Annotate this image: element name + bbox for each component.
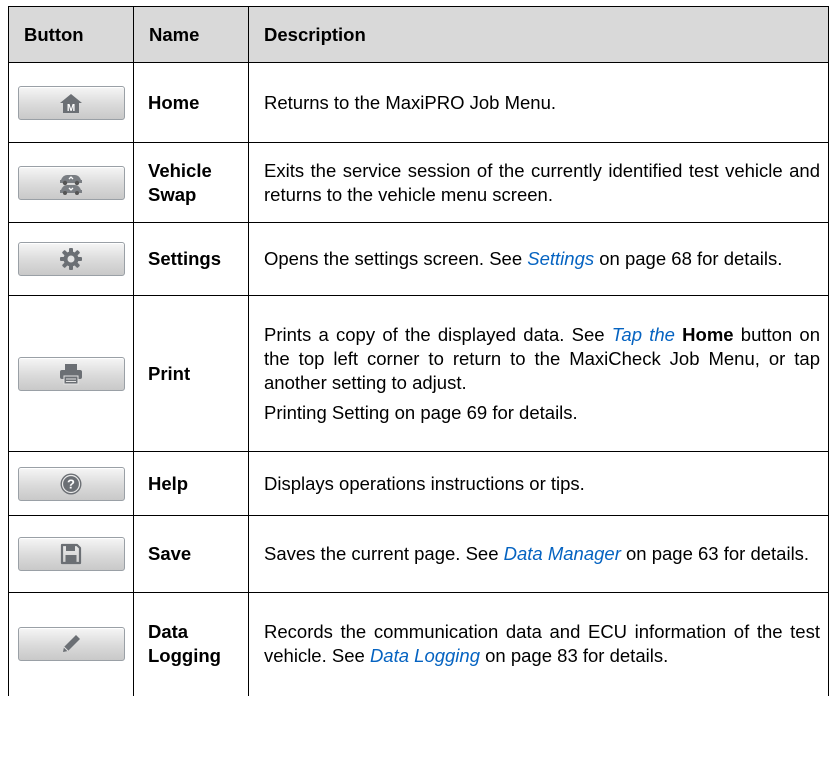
data-manager-link[interactable]: Data Manager [504, 543, 621, 564]
data-logging-button[interactable] [17, 627, 125, 662]
data-logging-link[interactable]: Data Logging [370, 645, 480, 666]
header-name: Name [133, 6, 249, 63]
button-cell [8, 222, 134, 296]
row-name: Settings [133, 222, 249, 296]
help-icon: ? [60, 473, 82, 494]
button-cell: M [8, 62, 134, 143]
table-row: Print Prints a copy of the displayed dat… [8, 295, 829, 452]
button-cell: ? [8, 451, 134, 516]
row-description: Opens the settings screen. See Settings … [248, 222, 829, 296]
row-description: Displays operations instructions or tips… [248, 451, 829, 516]
table-row: Vehicle Swap Exits the service session o… [8, 142, 829, 223]
row-name: Help [133, 451, 249, 516]
tap-the-link[interactable]: Tap the [612, 324, 675, 345]
save-button[interactable] [17, 537, 125, 571]
row-name: Save [133, 515, 249, 593]
settings-link[interactable]: Settings [527, 248, 594, 269]
row-name: Print [133, 295, 249, 452]
pencil-icon [63, 635, 80, 653]
row-name: Data Logging [133, 592, 249, 696]
button-cell [8, 142, 134, 223]
print-button[interactable] [17, 356, 125, 391]
table-row: M Home Returns to the MaxiPRO Job Menu. [8, 62, 829, 143]
header-description: Description [248, 6, 829, 63]
home-icon: M [60, 93, 82, 114]
vehicle-swap-icon [60, 174, 82, 195]
table-row: ? Help Displays operations instructions … [8, 451, 829, 516]
table-row: Save Saves the current page. See Data Ma… [8, 515, 829, 593]
header-button: Button [8, 6, 134, 63]
row-description: Exits the service session of the current… [248, 142, 829, 223]
svg-text:?: ? [67, 476, 75, 491]
settings-button[interactable] [17, 242, 125, 276]
svg-text:M: M [67, 103, 75, 114]
printer-icon [60, 363, 82, 384]
button-reference-table: Button Name Description M Home Returns t… [8, 6, 829, 696]
row-description: Saves the current page. See Data Manager… [248, 515, 829, 593]
vehicle-swap-button[interactable] [17, 165, 125, 200]
save-icon [60, 543, 82, 565]
button-cell [8, 515, 134, 593]
button-cell [8, 295, 134, 452]
row-description: Records the communication data and ECU i… [248, 592, 829, 696]
table-header-row: Button Name Description [8, 6, 829, 63]
row-name: Home [133, 62, 249, 143]
home-button[interactable]: M [17, 85, 125, 120]
row-description: Returns to the MaxiPRO Job Menu. [248, 62, 829, 143]
row-name: Vehicle Swap [133, 142, 249, 223]
help-button[interactable]: ? [17, 466, 125, 501]
table-row: Settings Opens the settings screen. See … [8, 222, 829, 296]
row-description: Prints a copy of the displayed data. See… [248, 295, 829, 452]
table-row: Data Logging Records the communication d… [8, 592, 829, 696]
gear-icon [60, 248, 82, 270]
button-cell [8, 592, 134, 696]
